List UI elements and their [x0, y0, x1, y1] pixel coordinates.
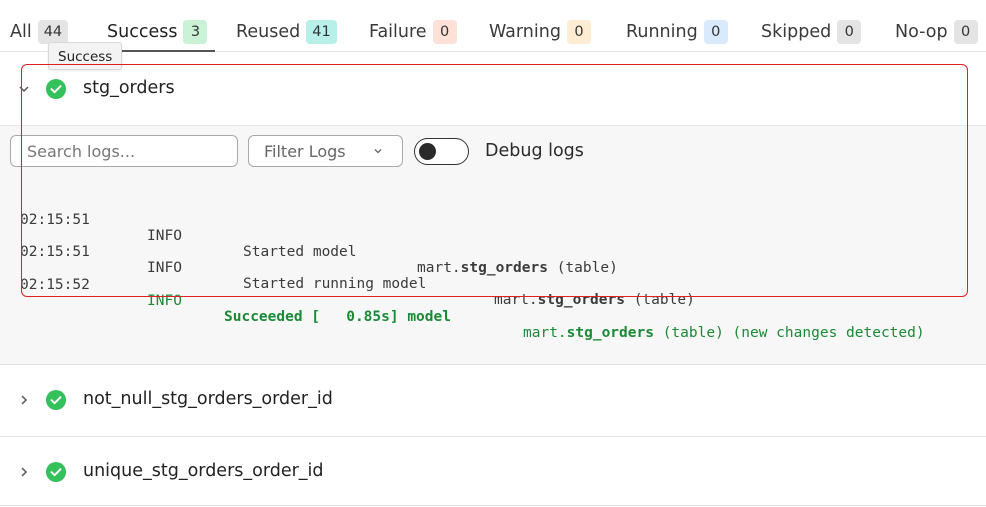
- tab-reused[interactable]: Reused 41: [236, 19, 337, 45]
- chevron-down-icon: [374, 149, 382, 154]
- count-badge: 44: [37, 20, 69, 44]
- log-level: INFO: [147, 260, 182, 276]
- check-circle-icon: [46, 462, 66, 482]
- debug-logs-toggle[interactable]: [414, 138, 469, 165]
- count-badge: 0: [703, 20, 728, 44]
- row-title: stg_orders: [83, 78, 175, 98]
- count-badge: 3: [183, 20, 208, 44]
- tab-label: All: [10, 22, 32, 42]
- log-model: mart.stg_orders (table) (new changes det…: [523, 325, 925, 341]
- log-time: 02:15:51: [20, 212, 90, 228]
- chevron-down-icon[interactable]: [18, 83, 30, 95]
- count-badge: 0: [566, 20, 591, 44]
- filter-label: Filter Logs: [264, 141, 346, 161]
- chevron-right-icon[interactable]: [18, 466, 30, 478]
- log-model: mart.stg_orders (table): [494, 292, 695, 308]
- tab-label: Failure: [369, 22, 427, 42]
- tab-warning[interactable]: Warning 0: [489, 19, 591, 45]
- filter-logs-dropdown[interactable]: Filter Logs: [248, 135, 403, 167]
- tab-label: Warning: [489, 22, 561, 42]
- row-title: unique_stg_orders_order_id: [83, 461, 324, 481]
- tab-label: Running: [626, 22, 698, 42]
- status-tabs: All 44 Success 3 Reused 41 Failure 0 War…: [0, 0, 986, 52]
- tab-label: No-op: [895, 22, 948, 42]
- toggle-knob: [419, 142, 436, 160]
- log-message: Started model: [243, 244, 357, 260]
- count-badge: 0: [837, 20, 862, 44]
- tab-skipped[interactable]: Skipped 0: [761, 19, 862, 45]
- tab-label: Skipped: [761, 22, 832, 42]
- log-time: 02:15:51: [20, 244, 90, 260]
- count-badge: 0: [432, 20, 457, 44]
- row-divider: [0, 436, 986, 437]
- row-title: not_null_stg_orders_order_id: [83, 389, 333, 409]
- check-circle-icon: [46, 79, 66, 99]
- tab-label: Success: [107, 22, 178, 42]
- log-message: Started running model: [243, 276, 427, 292]
- count-badge: 0: [953, 20, 978, 44]
- tab-no-op[interactable]: No-op 0: [895, 19, 978, 45]
- log-level: INFO: [147, 293, 182, 309]
- chevron-right-icon[interactable]: [18, 394, 30, 406]
- debug-logs-label: Debug logs: [485, 141, 584, 161]
- search-logs-input[interactable]: [10, 135, 238, 167]
- row-divider: [0, 505, 986, 506]
- log-model: mart.stg_orders (table): [417, 260, 618, 276]
- tab-tooltip: Success: [48, 42, 123, 70]
- tab-running[interactable]: Running 0: [626, 19, 728, 45]
- log-message: Succeeded [ 0.85s] model: [224, 309, 451, 325]
- tab-label: Reused: [236, 22, 301, 42]
- tab-failure[interactable]: Failure 0: [369, 19, 457, 45]
- check-circle-icon: [46, 390, 66, 410]
- log-time: 02:15:52: [20, 277, 90, 293]
- log-line: 02:15:52 INFO Succeeded [ 0.85s] model m…: [0, 261, 925, 341]
- count-badge: 41: [306, 20, 337, 44]
- tab-success[interactable]: Success 3: [107, 19, 208, 45]
- log-level: INFO: [147, 228, 182, 244]
